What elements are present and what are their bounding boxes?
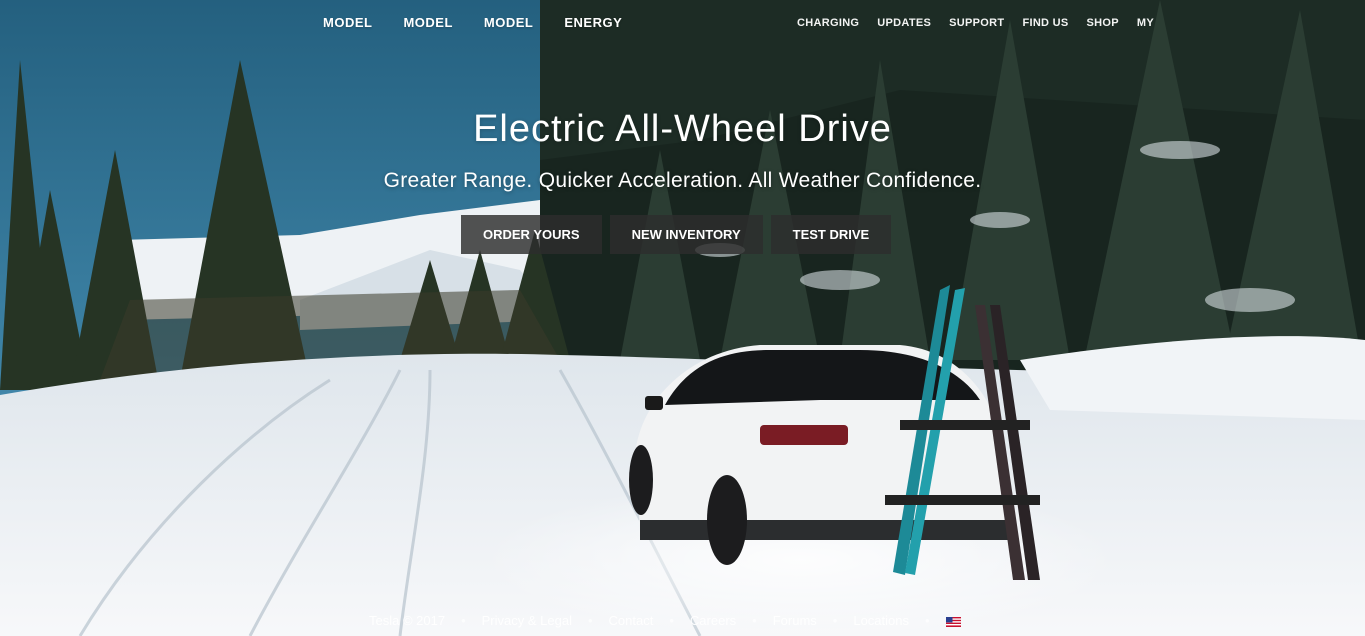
hero-subheadline: Greater Range. Quicker Acceleration. All… [383,169,982,192]
nav-updates[interactable]: UPDATES [877,17,931,29]
locations-link[interactable]: Locations [853,613,909,628]
nav-model-2[interactable]: MODEL [403,15,452,30]
nav-energy[interactable]: ENERGY [564,15,622,30]
order-yours-button[interactable]: ORDER YOURS [461,215,602,254]
copyright-text: Tesla © 2017 [369,613,446,628]
footer-separator: • [752,613,757,628]
footer-separator: • [669,613,674,628]
nav-support[interactable]: SUPPORT [949,17,1004,29]
privacy-legal-link[interactable]: Privacy & Legal [482,613,572,628]
hero-headline: Electric All-Wheel Drive [473,108,892,150]
primary-nav: MODEL MODEL MODEL ENERGY [323,15,653,30]
us-flag-icon-graphic [945,616,961,627]
forums-link[interactable]: Forums [773,613,817,628]
nav-my-account[interactable]: MY [1137,17,1154,29]
hero-background-image [0,0,1365,636]
nav-find-us[interactable]: FIND US [1022,17,1068,29]
nav-model-3[interactable]: MODEL [484,15,533,30]
secondary-nav: CHARGING UPDATES SUPPORT FIND US SHOP MY [797,17,1172,29]
footer-separator: • [461,613,466,628]
nav-model-1[interactable]: MODEL [323,15,372,30]
footer-separator: • [587,613,593,628]
nav-shop[interactable]: SHOP [1087,17,1119,29]
footer-separator: • [925,613,930,628]
contact-link[interactable]: Contact [609,613,654,628]
us-flag-icon[interactable] [945,613,961,628]
footer-separator: • [832,613,838,628]
cta-buttons: ORDER YOURS NEW INVENTORY TEST DRIVE [461,215,892,254]
careers-link[interactable]: Careers [690,613,736,628]
site-footer: Tesla © 2017 • Privacy & Legal • Contact… [369,613,961,628]
test-drive-button[interactable]: TEST DRIVE [770,215,892,254]
new-inventory-button[interactable]: NEW INVENTORY [609,215,763,254]
nav-charging[interactable]: CHARGING [797,17,859,29]
